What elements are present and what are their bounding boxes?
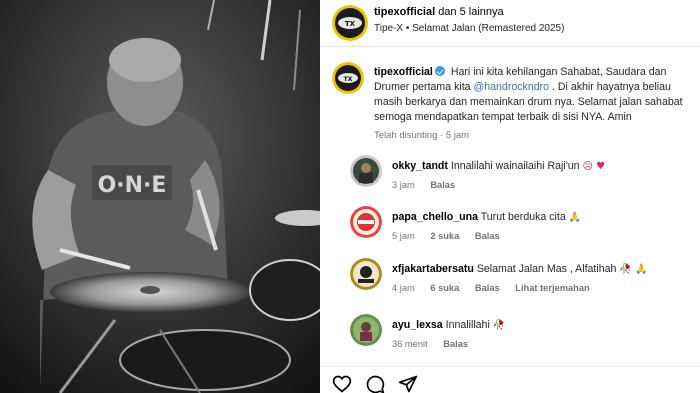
comment-emoji: 🥀 xyxy=(492,320,506,331)
comment-username[interactable]: okky_tandt xyxy=(392,160,448,172)
header-others[interactable]: dan 5 lainnya xyxy=(438,6,503,18)
header-title: tipexofficial dan 5 lainnya xyxy=(374,6,504,18)
comment-text: Innalilahi wainailaihi Raji'un xyxy=(450,160,580,172)
actions-divider xyxy=(320,366,700,367)
comment-emoji: ☹ ♥ xyxy=(582,161,606,172)
comment-emoji: 🥀 🙏 xyxy=(619,264,648,275)
comment-icon[interactable] xyxy=(365,374,385,393)
comment-item: okky_tandt Innalilahi wainailaihi Raji'u… xyxy=(332,155,700,203)
comment-text: Turut berduka cita xyxy=(480,211,566,223)
reply-button[interactable]: Balas xyxy=(475,283,500,293)
reply-button[interactable]: Balas xyxy=(430,180,455,190)
comment-emoji: 🙏 xyxy=(568,212,582,223)
caption-line-4: semoga mendapatkan tempat terbaik di sis… xyxy=(374,111,632,123)
comment-time: 3 jam xyxy=(392,180,415,190)
caption-line-1: Hari ini kita kehilangan Sahabat, Saudar… xyxy=(450,66,667,78)
caption-username[interactable]: tipexofficial xyxy=(374,66,433,78)
post-photo: O·N·E xyxy=(0,0,320,393)
caption-text: tipexofficial Hari ini kita kehilangan S… xyxy=(374,65,700,125)
comment-body: xfjakartabersatu Selamat Jalan Mas , Alf… xyxy=(392,263,647,275)
reply-button[interactable]: Balas xyxy=(475,231,500,241)
comment-item: papa_chello_una Turut berduka cita 🙏 5 j… xyxy=(332,206,700,254)
comment-actions: 36 menit Balas xyxy=(392,339,481,349)
caption-avatar[interactable]: TX xyxy=(332,62,364,94)
caption-line-2b: . Di akhir hayatnya beliau xyxy=(549,81,671,93)
post-panel: TX tipexofficial dan 5 lainnya Tipe-X • … xyxy=(320,0,700,393)
comment-username[interactable]: ayu_lexsa xyxy=(392,319,443,331)
comment-item: xfjakartabersatu Selamat Jalan Mas , Alf… xyxy=(332,258,700,306)
svg-text:TX: TX xyxy=(345,20,356,28)
comment-body: okky_tandt Innalilahi wainailaihi Raji'u… xyxy=(392,160,605,172)
svg-text:TX: TX xyxy=(344,76,353,83)
heart-icon[interactable] xyxy=(332,374,352,393)
comment-avatar[interactable] xyxy=(350,206,382,238)
caption-meta: Telah disunting · 5 jam xyxy=(374,130,470,141)
comment-actions: 3 jam Balas xyxy=(392,180,468,190)
post-header: TX tipexofficial dan 5 lainnya Tipe-X • … xyxy=(320,0,700,47)
comment-actions: 4 jam 6 suka Balas Lihat terjemahan xyxy=(392,283,603,293)
comment-username[interactable]: papa_chello_una xyxy=(392,211,478,223)
comment-avatar[interactable] xyxy=(350,155,382,187)
shirt-print: O·N·E xyxy=(98,173,167,198)
mention-link[interactable]: @handrockndro xyxy=(474,81,550,93)
comment-body: ayu_lexsa Innalillahi 🥀 xyxy=(392,319,505,331)
caption-line-3: masih berkarya dan memainkan drum nya. S… xyxy=(374,96,683,108)
caption-line-2a: Drumer pertama kita xyxy=(374,81,474,93)
comment-likes[interactable]: 2 suka xyxy=(430,231,459,241)
translate-button[interactable]: Lihat terjemahan xyxy=(515,283,589,293)
comment-text: Selamat Jalan Mas , Alfatihah xyxy=(476,263,617,275)
comment-likes[interactable]: 6 suka xyxy=(430,283,459,293)
comment-time: 4 jam xyxy=(392,283,415,293)
header-username[interactable]: tipexofficial xyxy=(374,6,435,18)
share-icon[interactable] xyxy=(398,374,418,393)
post-actions xyxy=(332,374,418,393)
reply-button[interactable]: Balas xyxy=(443,339,468,349)
comment-time: 5 jam xyxy=(392,231,415,241)
comment-actions: 5 jam 2 suka Balas xyxy=(392,231,513,241)
drummer-photo: O·N·E xyxy=(0,0,320,393)
tipex-avatar[interactable]: TX xyxy=(332,5,368,41)
comment-avatar[interactable] xyxy=(350,258,382,290)
comment-text: Innalillahi xyxy=(445,319,490,331)
verified-badge-icon xyxy=(434,66,445,76)
comment-item: ayu_lexsa Innalillahi 🥀 36 menit Balas xyxy=(332,314,700,362)
header-audio[interactable]: Tipe-X • Selamat Jalan (Remastered 2025) xyxy=(374,23,564,34)
comment-username[interactable]: xfjakartabersatu xyxy=(392,263,474,275)
comment-time: 36 menit xyxy=(392,339,428,349)
comment-body: papa_chello_una Turut berduka cita 🙏 xyxy=(392,211,581,223)
comment-avatar[interactable] xyxy=(350,314,382,346)
